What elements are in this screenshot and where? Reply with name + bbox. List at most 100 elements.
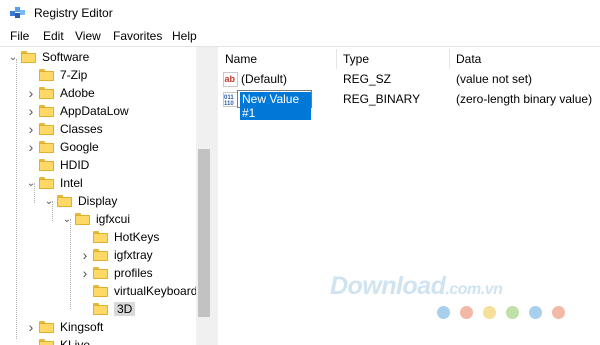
menu-bar: File Edit View Favorites Help — [0, 27, 600, 46]
chevron-right-icon[interactable]: › — [26, 121, 36, 137]
folder-icon — [57, 195, 72, 207]
tree-item-label: Intel — [60, 176, 83, 190]
registry-editor-icon — [10, 7, 25, 18]
folder-icon — [39, 69, 54, 81]
tree-item-label: Kingsoft — [60, 320, 104, 334]
folder-icon — [39, 141, 54, 153]
menu-favorites[interactable]: Favorites — [113, 29, 162, 43]
menu-edit[interactable]: Edit — [43, 29, 64, 43]
folder-icon — [39, 105, 54, 117]
chevron-right-icon[interactable]: › — [26, 139, 36, 155]
tree-scrollbar-thumb[interactable] — [198, 149, 210, 317]
folder-icon — [75, 213, 90, 225]
column-header-data[interactable]: Data — [449, 47, 600, 71]
rename-selected-text[interactable]: New Value #1 — [240, 92, 311, 120]
chevron-right-icon[interactable]: › — [26, 319, 36, 335]
column-header-type[interactable]: Type — [336, 47, 449, 71]
rename-input[interactable]: New Value #1 — [237, 90, 312, 120]
watermark-dot — [506, 306, 519, 319]
folder-icon — [21, 51, 36, 63]
tree-connector — [70, 219, 71, 309]
folder-icon — [93, 303, 108, 315]
tree-connector — [34, 183, 35, 203]
watermark-dot — [460, 306, 473, 319]
title-bar: Registry Editor — [0, 0, 600, 26]
chevron-right-icon[interactable]: › — [80, 247, 90, 263]
folder-icon — [39, 159, 54, 171]
tree-item[interactable]: › igfxtray — [80, 246, 153, 264]
folder-icon — [39, 339, 54, 345]
watermark-text: Download — [330, 272, 446, 300]
column-header-name[interactable]: Name — [218, 47, 336, 71]
tree-item-label: igfxtray — [114, 248, 153, 262]
tree-item-label: 7-Zip — [60, 68, 88, 82]
tree-item[interactable]: HotKeys — [80, 228, 159, 246]
folder-icon — [39, 321, 54, 333]
chevron-right-icon[interactable]: › — [26, 85, 36, 101]
binary-value-icon: 011 110 — [223, 92, 238, 107]
tree-item[interactable]: › AppDataLow — [26, 102, 129, 120]
tree-item-label: Classes — [60, 122, 103, 136]
watermark-dot — [437, 306, 450, 319]
string-value-icon: ab — [223, 72, 238, 87]
folder-icon — [93, 267, 108, 279]
folder-icon — [39, 177, 54, 189]
folder-icon — [39, 87, 54, 99]
value-row[interactable]: ab (Default) REG_SZ (value not set) — [218, 71, 600, 89]
chevron-right-icon[interactable]: › — [26, 103, 36, 119]
folder-icon — [93, 231, 108, 243]
watermark-dot — [529, 306, 542, 319]
tree-item[interactable]: 7-Zip — [26, 66, 87, 84]
tree-item-label: Google — [60, 140, 99, 154]
value-row[interactable]: 011 110 New Value #1 REG_BINARY (zero-le… — [218, 90, 600, 120]
value-name: (Default) — [241, 72, 288, 86]
chevron-right-icon[interactable]: › — [80, 265, 90, 281]
value-data: (zero-length binary value) — [456, 92, 593, 106]
tree-item[interactable]: › Classes — [26, 120, 103, 138]
watermark-dot — [483, 306, 496, 319]
tree-item[interactable]: 3D — [80, 300, 136, 318]
tree-item-label: AppDataLow — [60, 104, 129, 118]
svg-text:ab: ab — [225, 74, 236, 84]
watermark-logo: Download.com.vn — [330, 272, 503, 301]
tree-item[interactable]: HDID — [26, 156, 89, 174]
registry-tree[interactable]: ⌄ Software 7-Zip › Adobe › AppDataLow › Classes ›… — [0, 47, 212, 345]
tree-connector — [52, 201, 53, 221]
tree-item[interactable]: virtualKeyboard — [80, 282, 197, 300]
value-type: REG_SZ — [343, 72, 392, 86]
tree-item[interactable]: ⌄ Software — [8, 48, 90, 66]
tree-item[interactable]: › profiles — [80, 264, 153, 282]
watermark-suffix: .com.vn — [445, 281, 503, 298]
value-data: (value not set) — [456, 72, 533, 86]
watermark-dot — [552, 306, 565, 319]
tree-item[interactable]: ⌄ Display — [44, 192, 118, 210]
tree-item[interactable]: KLive — [26, 336, 90, 345]
folder-icon — [93, 249, 108, 261]
tree-item-label: profiles — [114, 266, 153, 280]
tree-item-label: virtualKeyboard — [114, 284, 198, 298]
menu-file[interactable]: File — [10, 29, 29, 43]
tree-item-label: 3D — [114, 302, 136, 316]
tree-item-label: Display — [78, 194, 118, 208]
window-title: Registry Editor — [34, 6, 113, 20]
svg-text:110: 110 — [224, 101, 234, 107]
tree-item-label: Software — [42, 50, 90, 64]
tree-item[interactable]: ⌄ igfxcui — [62, 210, 130, 228]
tree-item[interactable]: › Kingsoft — [26, 318, 104, 336]
tree-item-label: HDID — [60, 158, 90, 172]
tree-item[interactable]: › Google — [26, 138, 99, 156]
menu-help[interactable]: Help — [172, 29, 197, 43]
tree-item-label: igfxcui — [96, 212, 131, 226]
tree-item-label: HotKeys — [114, 230, 160, 244]
tree-item[interactable]: › Adobe — [26, 84, 95, 102]
menu-view[interactable]: View — [75, 29, 101, 43]
folder-icon — [39, 123, 54, 135]
tree-item-label: KLive — [60, 338, 91, 345]
value-type: REG_BINARY — [343, 92, 421, 106]
